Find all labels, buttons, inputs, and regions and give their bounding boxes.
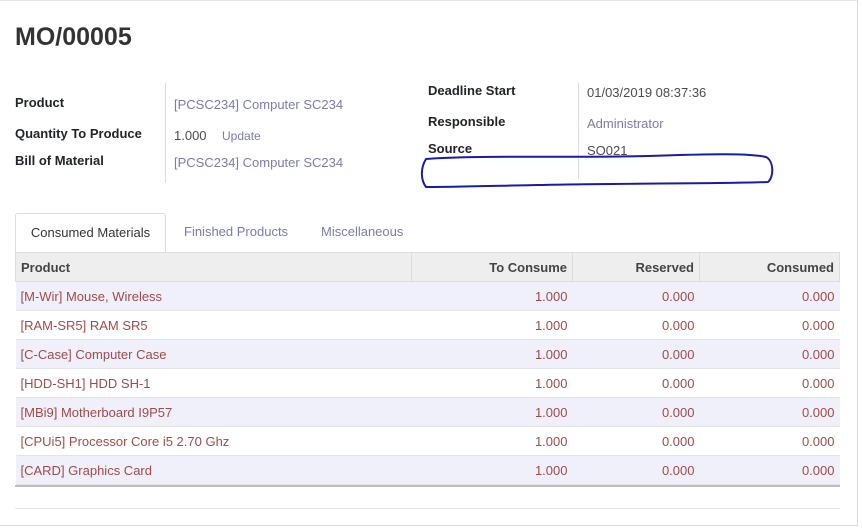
cell-reserved: 0.000 xyxy=(572,426,700,456)
responsible-link[interactable]: Administrator xyxy=(587,116,664,131)
column-header-product[interactable]: Product xyxy=(15,252,412,282)
quantity-label: Quantity To Produce xyxy=(15,126,142,141)
tab-consumed-materials[interactable]: Consumed Materials xyxy=(15,213,166,253)
cell-reserved: 0.000 xyxy=(572,397,700,427)
cell-reserved: 0.000 xyxy=(572,281,700,311)
cell-to-consume: 1.000 xyxy=(411,339,573,369)
cell-to-consume: 1.000 xyxy=(411,426,573,456)
responsible-label: Responsible xyxy=(428,114,506,129)
cell-to-consume: 1.000 xyxy=(411,397,573,427)
cell-consumed: 0.000 xyxy=(699,310,840,340)
cell-product[interactable]: [CPUi5] Processor Core i5 2.70 Ghz xyxy=(15,426,412,456)
cell-consumed: 0.000 xyxy=(699,426,840,456)
deadline-label: Deadline Start xyxy=(428,83,516,98)
cell-product[interactable]: [C-Case] Computer Case xyxy=(15,339,412,369)
cell-consumed: 0.000 xyxy=(699,455,840,485)
cell-reserved: 0.000 xyxy=(572,339,700,369)
cell-product[interactable]: [HDD-SH1] HDD SH-1 xyxy=(15,368,412,398)
cell-product[interactable]: [CARD] Graphics Card xyxy=(15,455,412,485)
product-label: Product xyxy=(15,95,65,110)
table-row[interactable]: [C-Case] Computer Case 1.000 0.000 0.000 xyxy=(15,339,840,369)
table-row[interactable]: [RAM-SR5] RAM SR5 1.000 0.000 0.000 xyxy=(15,310,840,340)
table-row[interactable]: [HDD-SH1] HDD SH-1 1.000 0.000 0.000 xyxy=(15,368,840,398)
record-title: MO/00005 xyxy=(15,23,132,51)
cell-product[interactable]: [RAM-SR5] RAM SR5 xyxy=(15,310,412,340)
table-footer-border xyxy=(15,485,840,487)
cell-reserved: 0.000 xyxy=(572,455,700,485)
cell-consumed: 0.000 xyxy=(699,339,840,369)
tab-miscellaneous[interactable]: Miscellaneous xyxy=(321,213,403,253)
notebook-tabs: Consumed Materials Finished Products Mis… xyxy=(15,213,840,253)
product-link[interactable]: [PCSC234] Computer SC234 xyxy=(174,97,343,112)
cell-to-consume: 1.000 xyxy=(411,368,573,398)
cell-product[interactable]: [MBi9] Motherboard I9P57 xyxy=(15,397,412,427)
table-row[interactable]: [CARD] Graphics Card 1.000 0.000 0.000 xyxy=(15,455,840,485)
cell-product[interactable]: [M-Wir] Mouse, Wireless xyxy=(15,281,412,311)
update-quantity-button[interactable]: Update xyxy=(222,129,261,143)
consumed-materials-table: Product To Consume Reserved Consumed [M-… xyxy=(15,252,840,485)
column-header-consumed[interactable]: Consumed xyxy=(699,252,840,282)
bom-link[interactable]: [PCSC234] Computer SC234 xyxy=(174,155,343,170)
cell-consumed: 0.000 xyxy=(699,281,840,311)
deadline-value: 01/03/2019 08:37:36 xyxy=(587,85,707,100)
bom-label: Bill of Material xyxy=(15,153,104,168)
left-group-separator xyxy=(165,83,166,183)
cell-to-consume: 1.000 xyxy=(411,455,573,485)
table-header-row: Product To Consume Reserved Consumed xyxy=(15,252,840,282)
table-row[interactable]: [MBi9] Motherboard I9P57 1.000 0.000 0.000 xyxy=(15,397,840,427)
column-header-reserved[interactable]: Reserved xyxy=(572,252,700,282)
cell-consumed: 0.000 xyxy=(699,397,840,427)
table-row[interactable]: [M-Wir] Mouse, Wireless 1.000 0.000 0.000 xyxy=(15,281,840,311)
tab-finished-products[interactable]: Finished Products xyxy=(184,213,288,253)
form-sheet: MO/00005 Product [PCSC234] Computer SC23… xyxy=(0,0,858,526)
table-row[interactable]: [CPUi5] Processor Core i5 2.70 Ghz 1.000 0… xyxy=(15,426,840,456)
cell-consumed: 0.000 xyxy=(699,368,840,398)
sheet-divider xyxy=(15,508,840,509)
quantity-value: 1.000 xyxy=(174,128,207,143)
column-header-to-consume[interactable]: To Consume xyxy=(411,252,573,282)
cell-reserved: 0.000 xyxy=(572,368,700,398)
cell-to-consume: 1.000 xyxy=(411,310,573,340)
cell-reserved: 0.000 xyxy=(572,310,700,340)
hand-drawn-highlight xyxy=(420,153,774,188)
cell-to-consume: 1.000 xyxy=(411,281,573,311)
